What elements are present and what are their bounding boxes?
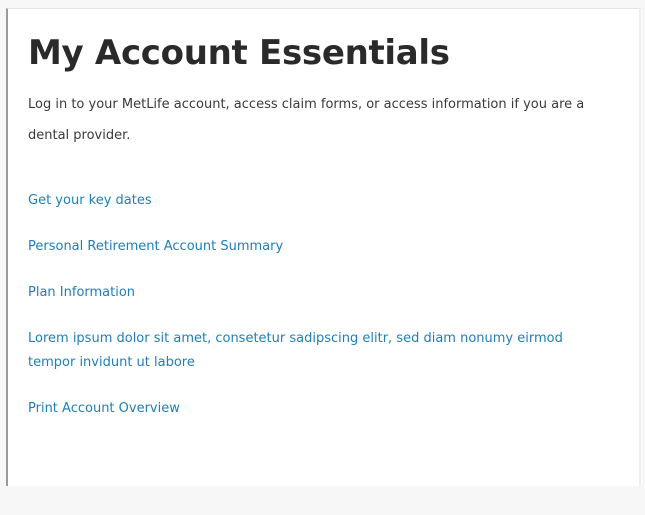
print-account-overview-link[interactable]: Print Account Overview xyxy=(28,397,180,421)
account-essentials-card: My Account Essentials Log in to your Met… xyxy=(6,8,642,486)
card-content: My Account Essentials Log in to your Met… xyxy=(28,31,628,443)
key-dates-link[interactable]: Get your key dates xyxy=(28,189,152,213)
plan-information-link[interactable]: Plan Information xyxy=(28,281,135,305)
list-item: Print Account Overview xyxy=(28,397,628,421)
lorem-ipsum-link[interactable]: Lorem ipsum dolor sit amet, consetetur s… xyxy=(28,327,588,375)
retirement-summary-link[interactable]: Personal Retirement Account Summary xyxy=(28,235,283,259)
card-description: Log in to your MetLife account, access c… xyxy=(28,97,585,143)
list-item: Lorem ipsum dolor sit amet, consetetur s… xyxy=(28,327,628,375)
card-right-edge xyxy=(639,8,641,486)
list-item: Get your key dates xyxy=(28,189,628,213)
essentials-link-list: Get your key dates Personal Retirement A… xyxy=(28,189,628,421)
list-item: Plan Information xyxy=(28,281,628,305)
card-title: My Account Essentials xyxy=(28,33,450,73)
list-item: Personal Retirement Account Summary xyxy=(28,235,628,259)
